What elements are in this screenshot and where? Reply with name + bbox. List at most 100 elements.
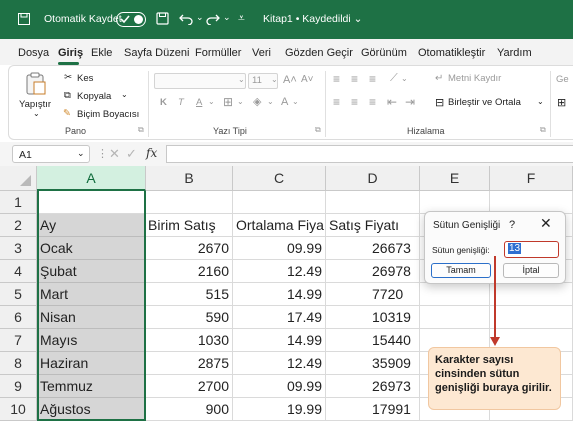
number-format-icon[interactable]: ⊞ — [557, 96, 566, 109]
underline-button[interactable]: A — [196, 97, 202, 108]
decrease-font-icon[interactable]: A˅ — [301, 74, 314, 85]
copy-button[interactable]: Kopyala — [77, 91, 111, 102]
table-cell[interactable]: 10319 — [326, 306, 420, 329]
table-cell[interactable] — [420, 306, 490, 329]
table-cell[interactable] — [490, 283, 573, 306]
select-all-corner[interactable] — [0, 166, 37, 191]
align-left-icon[interactable]: ≡ — [333, 95, 340, 109]
table-cell[interactable] — [490, 306, 573, 329]
merge-center-icon[interactable]: ⊟ — [435, 96, 444, 109]
table-cell[interactable]: Satış Fiyatı — [326, 214, 420, 237]
table-cell[interactable]: 17.49 — [233, 306, 326, 329]
wrap-text-icon[interactable]: ↵ — [435, 73, 443, 84]
cancel-icon[interactable]: ✕ — [109, 146, 120, 162]
table-cell[interactable]: 09.99 — [233, 375, 326, 398]
table-cell[interactable]: Birim Satış — [146, 214, 233, 237]
table-cell[interactable]: 2670 — [146, 237, 233, 260]
orientation-dropdown-icon[interactable]: ⌄ — [401, 74, 408, 83]
paste-dropdown-icon[interactable]: ⌄ — [33, 109, 40, 118]
column-header-b[interactable]: B — [146, 166, 233, 191]
column-header-f[interactable]: F — [490, 166, 573, 191]
menu-yardim[interactable]: Yardım — [497, 47, 532, 59]
table-cell[interactable]: 09.99 — [233, 237, 326, 260]
ok-button[interactable]: Tamam — [431, 263, 491, 278]
table-cell[interactable]: Mayıs — [37, 329, 146, 352]
underline-dropdown-icon[interactable]: ⌄ — [208, 97, 215, 106]
menu-sayfa-duzeni[interactable]: Sayfa Düzeni — [124, 47, 189, 59]
enter-icon[interactable]: ✓ — [126, 146, 137, 162]
column-header-c[interactable]: C — [233, 166, 326, 191]
table-cell[interactable]: Ay — [37, 214, 146, 237]
table-cell[interactable]: Ortalama Fiya — [233, 214, 326, 237]
name-box-dropdown-icon[interactable]: ⌄ — [77, 148, 85, 159]
menu-ekle[interactable]: Ekle — [91, 47, 112, 59]
menu-gozden-gecir[interactable]: Gözden Geçir — [285, 47, 353, 59]
row-header[interactable]: 5 — [0, 283, 37, 306]
help-button[interactable]: ? — [509, 219, 515, 231]
table-cell[interactable]: 17991 — [326, 398, 420, 421]
number-format-cutoff[interactable]: Ge — [556, 74, 569, 85]
table-cell[interactable]: Ağustos — [37, 398, 146, 421]
font-color-icon[interactable]: A — [281, 96, 288, 108]
row-header[interactable]: 10 — [0, 398, 37, 421]
align-center-icon[interactable]: ≡ — [351, 95, 358, 109]
format-painter-icon[interactable]: ✎ — [63, 108, 71, 119]
active-cell[interactable] — [37, 191, 146, 214]
merge-dropdown-icon[interactable]: ⌄ — [537, 97, 544, 106]
table-cell[interactable] — [146, 191, 233, 214]
italic-button[interactable]: T — [178, 97, 184, 108]
wrap-text-button[interactable]: Metni Kaydır — [448, 73, 501, 84]
column-header-e[interactable]: E — [420, 166, 490, 191]
row-header[interactable]: 3 — [0, 237, 37, 260]
undo-dropdown-icon[interactable]: ⌄ — [196, 12, 204, 23]
alignment-launcher-icon[interactable]: ⧉ — [540, 125, 546, 135]
autosave-toggle[interactable] — [116, 12, 146, 27]
more-options-icon[interactable]: ⋮ — [97, 147, 108, 160]
clipboard-launcher-icon[interactable]: ⧉ — [138, 125, 144, 135]
borders-icon[interactable]: ⊞ — [223, 95, 233, 109]
menu-formuller[interactable]: Formüller — [195, 47, 241, 59]
cancel-button[interactable]: İptal — [503, 263, 559, 278]
menu-veri[interactable]: Veri — [252, 47, 271, 59]
table-cell[interactable]: Şubat — [37, 260, 146, 283]
table-cell[interactable]: 2160 — [146, 260, 233, 283]
orientation-icon[interactable]: ⟋ — [390, 72, 398, 85]
redo-icon[interactable] — [206, 12, 220, 25]
menu-giris[interactable]: Giriş — [58, 47, 83, 59]
table-cell[interactable]: Ocak — [37, 237, 146, 260]
table-cell[interactable]: 2700 — [146, 375, 233, 398]
column-header-d[interactable]: D — [326, 166, 420, 191]
increase-indent-icon[interactable]: ⇥ — [405, 95, 415, 109]
top-align-icon[interactable]: ≡ — [333, 72, 340, 86]
table-cell[interactable]: 19.99 — [233, 398, 326, 421]
table-cell[interactable]: 14.99 — [233, 329, 326, 352]
font-color-dropdown-icon[interactable]: ⌄ — [292, 97, 299, 106]
row-header[interactable]: 9 — [0, 375, 37, 398]
insert-function-icon[interactable]: fx — [146, 146, 157, 160]
row-header[interactable]: 6 — [0, 306, 37, 329]
table-cell[interactable]: Nisan — [37, 306, 146, 329]
table-cell[interactable]: Haziran — [37, 352, 146, 375]
decrease-indent-icon[interactable]: ⇤ — [387, 95, 397, 109]
column-header-a[interactable]: A — [37, 166, 146, 191]
redo-dropdown-icon[interactable]: ⌄ — [223, 12, 231, 23]
table-cell[interactable]: 590 — [146, 306, 233, 329]
middle-align-icon[interactable]: ≡ — [351, 72, 358, 86]
save-disk-icon[interactable] — [156, 12, 169, 25]
table-cell[interactable]: Temmuz — [37, 375, 146, 398]
menu-dosya[interactable]: Dosya — [18, 47, 49, 59]
file-title[interactable]: Kitap1 • Kaydedildi ⌄ — [263, 13, 362, 25]
increase-font-icon[interactable]: A˄ — [283, 74, 297, 86]
table-cell[interactable]: 12.49 — [233, 352, 326, 375]
font-name-select[interactable] — [154, 73, 246, 89]
menu-gorunum[interactable]: Görünüm — [361, 47, 407, 59]
cut-button[interactable]: Kes — [77, 73, 93, 84]
name-box[interactable]: A1 ⌄ — [12, 145, 90, 163]
column-width-input[interactable]: 13 — [504, 241, 559, 258]
row-header[interactable]: 4 — [0, 260, 37, 283]
bold-button[interactable]: K — [160, 97, 167, 108]
merge-center-button[interactable]: Birleştir ve Ortala — [448, 97, 521, 108]
align-right-icon[interactable]: ≡ — [369, 95, 376, 109]
close-icon[interactable]: ✕ — [540, 216, 552, 230]
table-cell[interactable]: 26978 — [326, 260, 420, 283]
